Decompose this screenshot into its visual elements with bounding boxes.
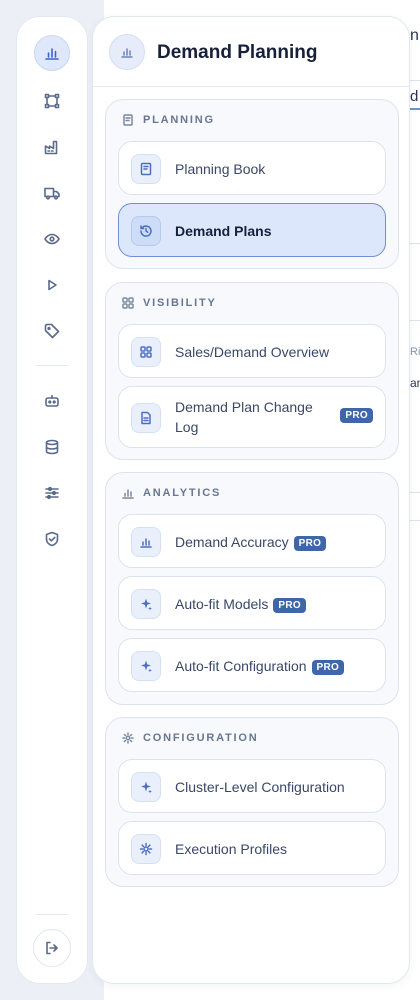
nav-item-auto-fit-models[interactable]: Auto-fit Models PRO <box>118 576 386 630</box>
group-label-text: ANALYTICS <box>143 487 222 499</box>
shield-check-icon <box>45 531 59 547</box>
gear-icon <box>139 842 153 856</box>
nav-item-label: Execution Profiles <box>175 841 288 857</box>
logout-icon <box>46 941 58 955</box>
item-icon <box>131 403 161 433</box>
network-icon <box>44 93 60 109</box>
eye-icon <box>44 233 60 245</box>
document-icon <box>141 411 151 425</box>
nav-item-label: Sales/Demand Overview <box>175 344 330 360</box>
rail-security-button[interactable] <box>34 521 70 557</box>
nav-item-demand-accuracy[interactable]: Demand Accuracy PRO <box>118 514 386 568</box>
pro-badge: PRO <box>273 598 306 613</box>
grid-icon <box>122 297 134 309</box>
rail-execute-button[interactable] <box>34 267 70 303</box>
database-icon <box>45 439 59 455</box>
bar-chart-icon <box>45 48 59 60</box>
group-configuration: CONFIGURATION Cluster-Level Configuratio… <box>105 717 399 887</box>
panel-header-icon <box>109 34 145 70</box>
sparkle-icon <box>141 598 152 611</box>
rail-shipping-button[interactable] <box>34 175 70 211</box>
group-label: VISIBILITY <box>122 297 217 309</box>
group-label-text: PLANNING <box>143 114 215 126</box>
group-planning: PLANNING Planning Book Demand Plans <box>105 99 399 269</box>
item-icon <box>131 651 161 681</box>
sliders-icon <box>45 486 59 500</box>
nav-item-label: Cluster-Level Configuration <box>175 779 345 795</box>
group-label: PLANNING <box>122 114 215 126</box>
gear-icon <box>122 732 134 744</box>
logout-button[interactable] <box>33 929 71 967</box>
grid-icon <box>140 346 152 358</box>
group-label-text: CONFIGURATION <box>143 732 259 744</box>
background-text-fragment: n <box>410 27 419 44</box>
bar-chart-icon <box>121 48 133 58</box>
rail-data-button[interactable] <box>34 429 70 465</box>
nav-item-label-text: Auto-fit Models <box>175 596 269 612</box>
background-text-fragment: an <box>410 376 420 390</box>
nav-item-sales-demand-overview[interactable]: Sales/Demand Overview <box>118 324 386 378</box>
nav-item-label: Demand Plan Change Log <box>175 399 313 435</box>
rail-pricing-button[interactable] <box>34 313 70 349</box>
sparkle-icon <box>141 660 152 673</box>
history-icon <box>140 225 152 237</box>
rail-visibility-button[interactable] <box>34 221 70 257</box>
rail-network-button[interactable] <box>34 83 70 119</box>
nav-item-cluster-level-configuration[interactable]: Cluster-Level Configuration <box>118 759 386 813</box>
item-icon <box>131 527 161 557</box>
nav-item-demand-plan-change-log[interactable]: Demand Plan Change Log PRO <box>118 386 386 448</box>
pro-badge: PRO <box>293 536 327 551</box>
item-icon <box>131 589 161 619</box>
rail-divider <box>37 914 67 915</box>
nav-item-label: Demand Accuracy PRO <box>175 534 327 551</box>
nav-item-label: Auto-fit Configuration PRO <box>175 658 345 675</box>
icon-rail <box>16 16 88 984</box>
item-icon <box>131 337 161 367</box>
rail-analytics-button[interactable] <box>34 35 70 71</box>
book-icon <box>123 114 133 126</box>
nav-item-label: Planning Book <box>175 161 266 177</box>
factory-icon <box>44 140 58 155</box>
nav-item-label-text: Demand Accuracy <box>175 534 289 550</box>
pro-badge: PRO <box>311 660 345 675</box>
panel-header: Demand Planning <box>93 17 409 87</box>
nav-item-label: Auto-fit Models PRO <box>175 596 306 613</box>
group-visibility: VISIBILITY Sales/Demand Overview Demand … <box>105 282 399 460</box>
panel-title: Demand Planning <box>157 42 318 63</box>
rail-ai-button[interactable] <box>34 383 70 419</box>
item-icon <box>131 834 161 864</box>
item-icon <box>131 154 161 184</box>
demand-planning-panel: Demand Planning PLANNING Planning Book D… <box>92 16 410 984</box>
bar-chart-icon <box>140 538 152 548</box>
rail-divider <box>37 365 67 366</box>
truck-icon <box>44 187 60 200</box>
tag-icon <box>44 323 60 339</box>
group-label-text: VISIBILITY <box>143 297 217 309</box>
item-icon <box>131 216 161 246</box>
nav-item-label: Demand Plans <box>175 223 272 239</box>
nav-item-demand-plans[interactable]: Demand Plans <box>118 203 386 257</box>
rail-settings-button[interactable] <box>34 475 70 511</box>
pro-badge: PRO <box>340 408 373 423</box>
sparkle-icon <box>141 781 152 794</box>
background-text-fragment: d <box>410 88 419 105</box>
nav-item-planning-book[interactable]: Planning Book <box>118 141 386 195</box>
book-icon <box>140 162 152 176</box>
item-icon <box>131 772 161 802</box>
group-analytics: ANALYTICS Demand Accuracy PRO Auto-fit Mo… <box>105 472 399 705</box>
bar-chart-icon <box>122 489 134 499</box>
nav-item-label-text: Auto-fit Configuration <box>175 658 307 674</box>
rail-factory-button[interactable] <box>34 129 70 165</box>
play-icon <box>48 279 57 291</box>
robot-icon <box>45 394 59 407</box>
nav-item-auto-fit-configuration[interactable]: Auto-fit Configuration PRO <box>118 638 386 692</box>
group-label: CONFIGURATION <box>122 732 258 744</box>
nav-item-execution-profiles[interactable]: Execution Profiles <box>118 821 386 875</box>
background-text-fragment: Ri <box>410 346 420 358</box>
group-label: ANALYTICS <box>122 487 221 499</box>
